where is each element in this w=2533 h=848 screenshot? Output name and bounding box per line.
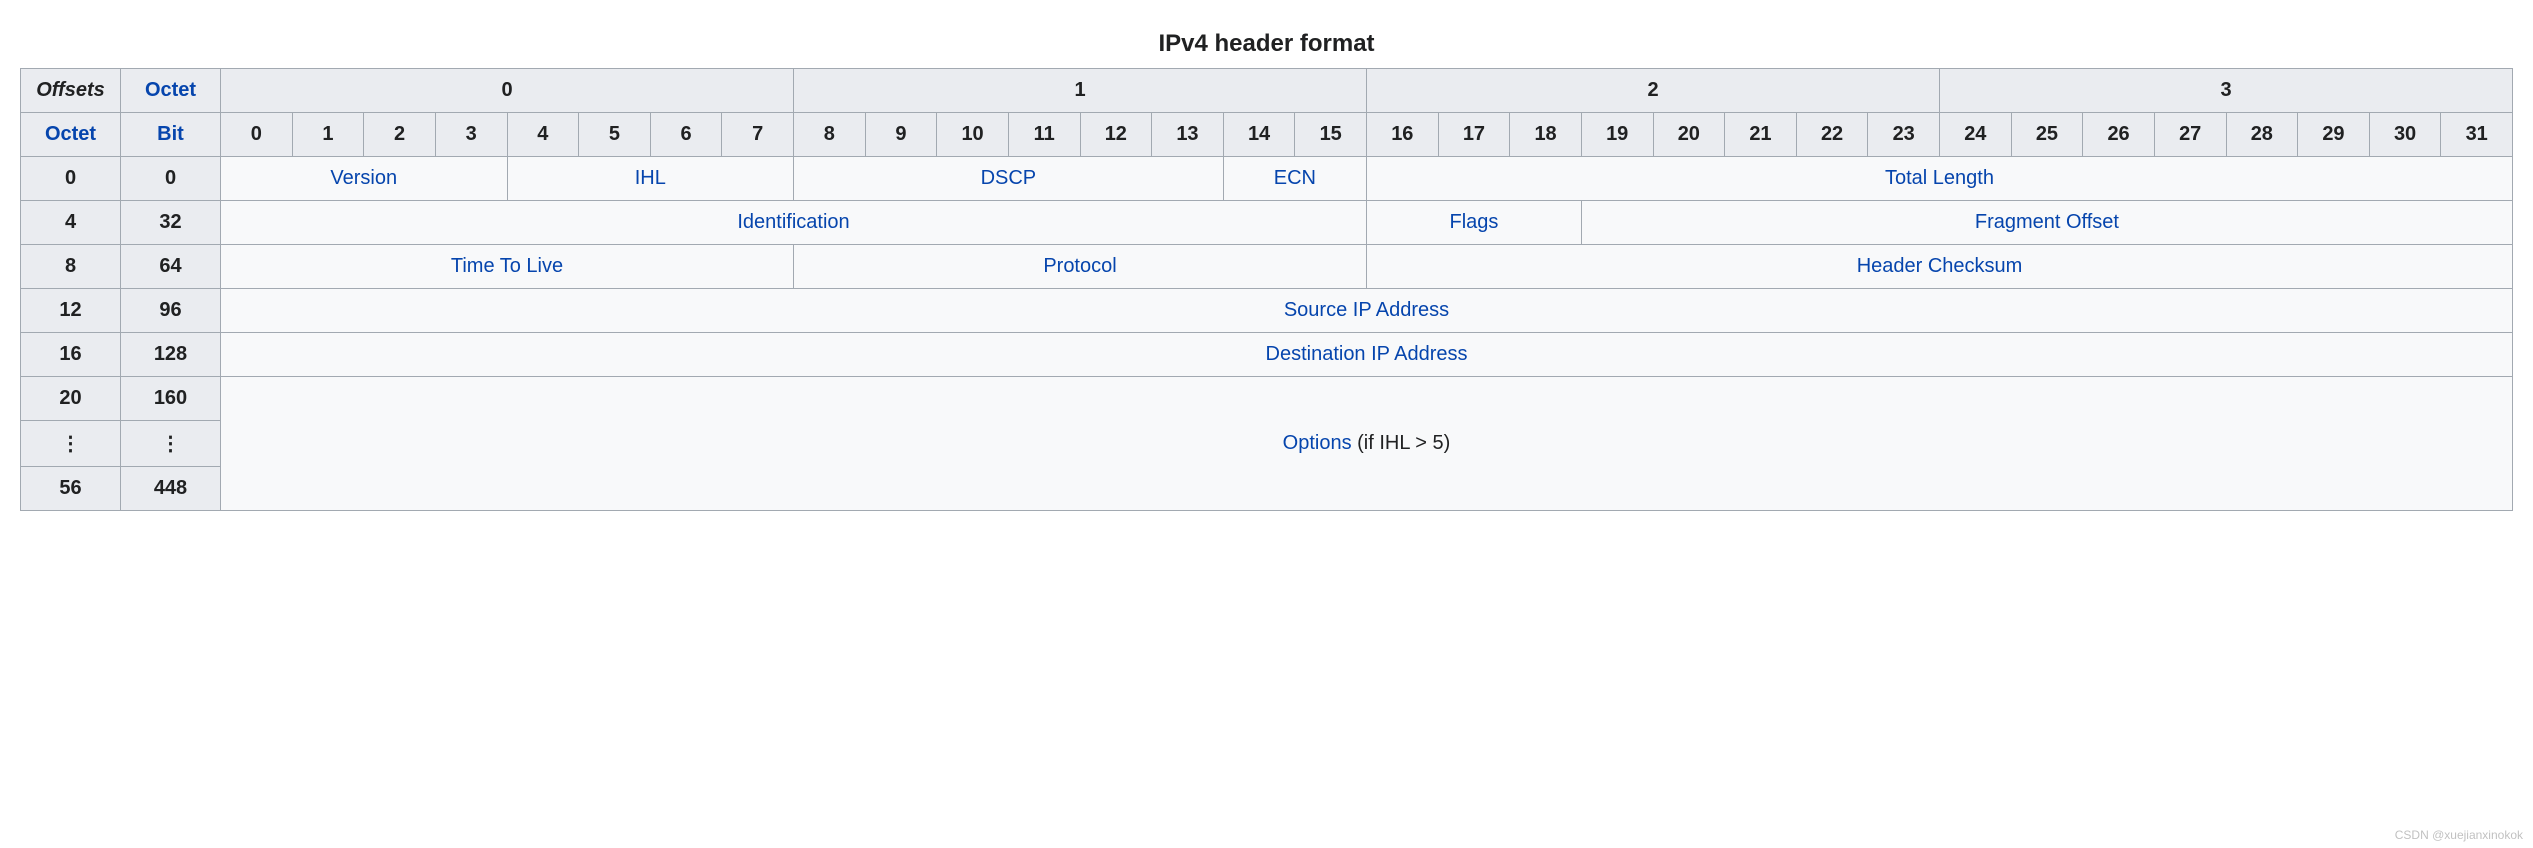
ihl-link[interactable]: IHL <box>635 167 666 189</box>
field-fragment-offset: Fragment Offset <box>1581 201 2512 245</box>
field-checksum: Header Checksum <box>1367 245 2513 289</box>
bit-23: 23 <box>1868 113 1940 157</box>
bit-21: 21 <box>1725 113 1797 157</box>
bit-8: 8 <box>794 113 866 157</box>
field-ihl: IHL <box>507 157 794 201</box>
row-2-bit: 64 <box>121 245 221 289</box>
row-1-octet: 4 <box>21 201 121 245</box>
bit-3: 3 <box>435 113 507 157</box>
bit-18: 18 <box>1510 113 1582 157</box>
bit-13: 13 <box>1152 113 1224 157</box>
bit-30: 30 <box>2369 113 2441 157</box>
ecn-link[interactable]: ECN <box>1274 167 1316 189</box>
row-0-octet: 0 <box>21 157 121 201</box>
watermark: CSDN @xuejianxinokok <box>2395 828 2523 842</box>
bit-6: 6 <box>650 113 722 157</box>
field-dscp: DSCP <box>794 157 1224 201</box>
bit-29: 29 <box>2298 113 2370 157</box>
bit-22: 22 <box>1796 113 1868 157</box>
bit-12: 12 <box>1080 113 1152 157</box>
version-link[interactable]: Version <box>330 167 397 189</box>
bit-2: 2 <box>364 113 436 157</box>
fragment-offset-link[interactable]: Fragment Offset <box>1975 211 2119 233</box>
row-2-octet: 8 <box>21 245 121 289</box>
field-options: Options (if IHL > 5) <box>221 377 2513 511</box>
header-bit: Bit <box>121 113 221 157</box>
field-version: Version <box>221 157 508 201</box>
header-octet-top: Octet <box>121 69 221 113</box>
protocol-link[interactable]: Protocol <box>1043 255 1116 277</box>
row-0-bit: 0 <box>121 157 221 201</box>
bit-link[interactable]: Bit <box>157 123 184 145</box>
bit-17: 17 <box>1438 113 1510 157</box>
header-offsets: Offsets <box>21 69 121 113</box>
field-flags: Flags <box>1367 201 1582 245</box>
bit-26: 26 <box>2083 113 2155 157</box>
row-1-bit: 32 <box>121 201 221 245</box>
bit-7: 7 <box>722 113 794 157</box>
field-ttl: Time To Live <box>221 245 794 289</box>
bit-19: 19 <box>1581 113 1653 157</box>
row-4-octet: 16 <box>21 333 121 377</box>
octet-link-2[interactable]: Octet <box>45 123 96 145</box>
row-7-bit: 448 <box>121 467 221 511</box>
field-source-ip: Source IP Address <box>221 289 2513 333</box>
octet-group-2: 2 <box>1367 69 1940 113</box>
checksum-link[interactable]: Header Checksum <box>1857 255 2023 277</box>
dscp-link[interactable]: DSCP <box>981 167 1037 189</box>
bit-27: 27 <box>2154 113 2226 157</box>
table-caption: IPv4 header format <box>20 20 2513 68</box>
row-3-octet: 12 <box>21 289 121 333</box>
octet-group-0: 0 <box>221 69 794 113</box>
row-3-bit: 96 <box>121 289 221 333</box>
bit-28: 28 <box>2226 113 2298 157</box>
total-length-link[interactable]: Total Length <box>1885 167 1994 189</box>
source-ip-link[interactable]: Source IP Address <box>1284 299 1449 321</box>
row-4-bit: 128 <box>121 333 221 377</box>
octet-group-3: 3 <box>1940 69 2513 113</box>
field-ecn: ECN <box>1223 157 1366 201</box>
flags-link[interactable]: Flags <box>1449 211 1498 233</box>
options-condition: (if IHL > 5) <box>1352 432 1451 454</box>
bit-5: 5 <box>579 113 651 157</box>
bit-9: 9 <box>865 113 937 157</box>
bit-1: 1 <box>292 113 364 157</box>
row-6-bit: ⋮ <box>121 421 221 467</box>
bit-11: 11 <box>1008 113 1080 157</box>
dest-ip-link[interactable]: Destination IP Address <box>1266 343 1468 365</box>
bit-31: 31 <box>2441 113 2513 157</box>
row-5-bit: 160 <box>121 377 221 421</box>
bit-14: 14 <box>1223 113 1295 157</box>
identification-link[interactable]: Identification <box>737 211 849 233</box>
octet-group-1: 1 <box>794 69 1367 113</box>
field-total-length: Total Length <box>1367 157 2513 201</box>
field-dest-ip: Destination IP Address <box>221 333 2513 377</box>
header-octet-left: Octet <box>21 113 121 157</box>
row-6-octet: ⋮ <box>21 421 121 467</box>
bit-24: 24 <box>1940 113 2012 157</box>
bit-25: 25 <box>2011 113 2083 157</box>
bit-0: 0 <box>221 113 293 157</box>
options-link[interactable]: Options <box>1283 432 1352 454</box>
bit-15: 15 <box>1295 113 1367 157</box>
octet-link[interactable]: Octet <box>145 79 196 101</box>
field-protocol: Protocol <box>794 245 1367 289</box>
bit-20: 20 <box>1653 113 1725 157</box>
ttl-link[interactable]: Time To Live <box>451 255 563 277</box>
row-5-octet: 20 <box>21 377 121 421</box>
bit-10: 10 <box>937 113 1009 157</box>
row-7-octet: 56 <box>21 467 121 511</box>
bit-16: 16 <box>1367 113 1439 157</box>
ipv4-header-table: IPv4 header format Offsets Octet 0 1 2 3… <box>20 20 2513 511</box>
field-identification: Identification <box>221 201 1367 245</box>
bit-4: 4 <box>507 113 579 157</box>
